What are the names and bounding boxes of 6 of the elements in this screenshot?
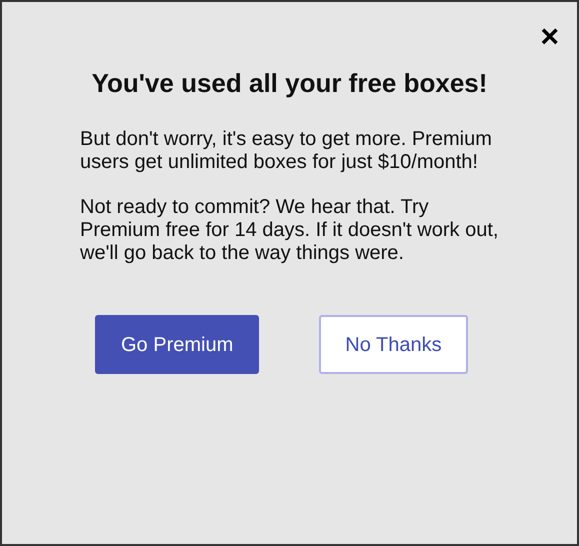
- go-premium-button[interactable]: Go Premium: [95, 315, 260, 374]
- dialog-title: You've used all your free boxes!: [90, 67, 488, 100]
- message-text: But don't worry, it's easy to get more. Premium users get unlimited boxes for just $10/month!: [80, 128, 493, 174]
- no-thanks-button[interactable]: No Thanks: [319, 315, 468, 374]
- close-button[interactable]: ×: [540, 20, 559, 52]
- message-text: Not ready to commit? We hear that. Try Premium free for 14 days. If it doesn't work out, we'll go back to the way things were.: [80, 196, 499, 265]
